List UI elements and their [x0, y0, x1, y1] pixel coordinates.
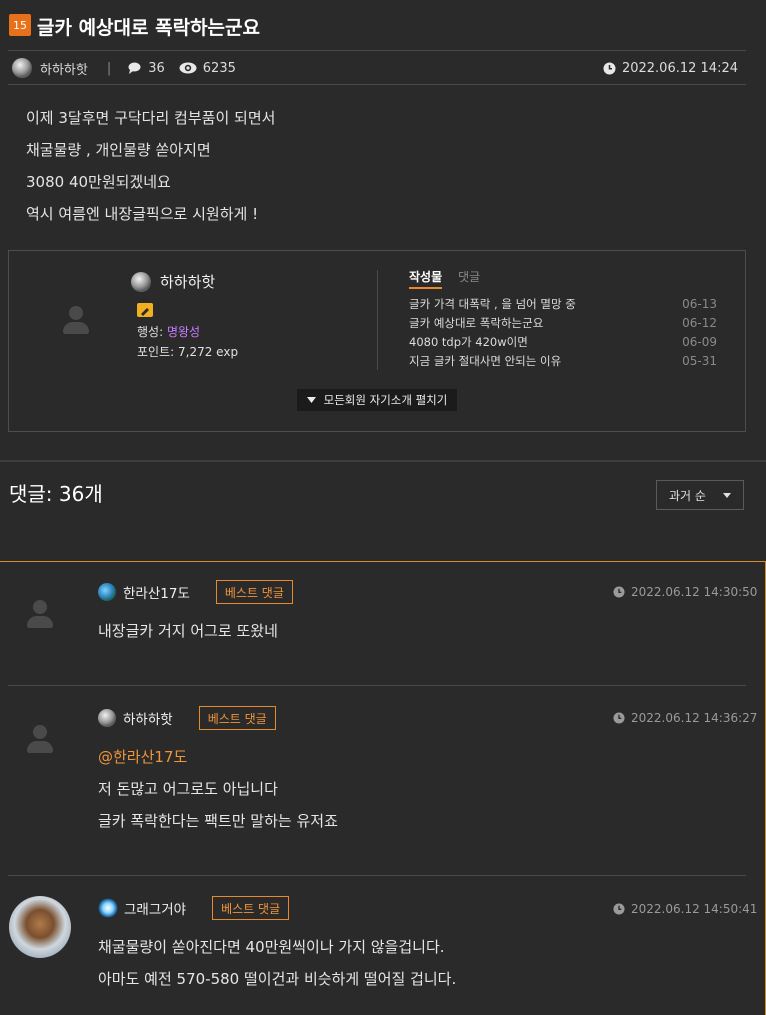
commenter-avatar[interactable]: [98, 898, 118, 918]
list-item[interactable]: 글카 예상대로 폭락하는군요 06-12: [409, 314, 717, 333]
comment-text: 내장글카 거지 어그로 또왔네: [98, 615, 278, 647]
post-body-line: 3080 40만원되겠네요: [26, 173, 171, 191]
chevron-down-icon: [723, 492, 731, 498]
clock-icon: [613, 712, 625, 724]
list-item[interactable]: 4080 tdp가 420w이면 06-09: [409, 333, 717, 352]
clock-icon: [603, 62, 616, 74]
comment-time: 2022.06.12 14:50:41: [613, 902, 757, 916]
comment-line: 아마도 예전 570-580 떨이건과 비슷하게 떨어질 겁니다.: [98, 970, 457, 988]
commenter-placeholder-icon: [27, 725, 53, 755]
comment-header: 하하하핫 베스트 댓글: [98, 706, 276, 730]
profile-points: 포인트: 7,272 exp: [137, 343, 238, 360]
expand-intro-label: 모든회원 자기소개 펼치기: [323, 393, 448, 407]
comment-mention[interactable]: @한라산17도: [98, 741, 338, 773]
divider: [8, 50, 746, 51]
level-badge-icon: [137, 303, 153, 317]
post-number-badge: 15: [9, 14, 31, 36]
recent-posts-list: 글카 가격 대폭락 , 을 넘어 멸망 중 06-13 글카 예상대로 폭락하는군…: [409, 295, 717, 371]
post-body-line: 이제 3달후면 구닥다리 컴부품이 되면서: [26, 109, 276, 127]
commenter-name[interactable]: 그래그거야: [124, 898, 186, 918]
profile-tabs: 작성물 댓글: [409, 268, 480, 289]
comment-text: @한라산17도 저 돈많고 어그로도 아닙니다 글카 폭락한다는 팩트만 말하는…: [98, 741, 338, 837]
post-title: 글카 예상대로 폭락하는군요: [37, 17, 260, 39]
planet-value: 명왕성: [166, 325, 201, 339]
comment-time: 2022.06.12 14:36:27: [613, 711, 757, 725]
comment-line: 글카 폭락한다는 팩트만 말하는 유저죠: [98, 812, 338, 830]
expand-intro-button[interactable]: 모든회원 자기소개 펼치기: [297, 389, 457, 411]
planet-label: 행성:: [137, 325, 164, 339]
post-meta: 하하하핫 | 36 6235 2022.06.12 14:24: [12, 56, 738, 80]
divider: [8, 84, 746, 85]
section-divider: [0, 460, 766, 462]
comment-line: 내장글카 거지 어그로 또왔네: [98, 622, 278, 640]
comment-text: 채굴물량이 쏟아진다면 40만원씩이나 가지 않을겁니다. 아마도 예전 570…: [98, 931, 456, 995]
meta-separator: |: [106, 60, 112, 76]
profile-header: 하하하핫: [131, 271, 215, 292]
post-body-line: 역시 여름엔 내장글픽으로 시원하게 !: [26, 205, 259, 223]
comments-title: 댓글: 36개: [9, 482, 103, 506]
list-item[interactable]: 지금 글카 절대사면 안되는 이유 05-31: [409, 352, 717, 371]
comment-icon: [128, 62, 141, 74]
profile-name[interactable]: 하하하핫: [160, 271, 215, 292]
commenter-avatar[interactable]: [98, 583, 116, 601]
points-label: 포인트:: [137, 345, 175, 359]
commenter-avatar[interactable]: [98, 709, 116, 727]
tab-comments[interactable]: 댓글: [458, 268, 480, 289]
sort-label: 과거 순: [669, 488, 706, 503]
clock-icon: [613, 903, 625, 915]
best-comment-badge: 베스트 댓글: [215, 580, 293, 604]
comment-count: 36: [148, 60, 165, 76]
post-datetime: 2022.06.12 14:24: [621, 60, 738, 76]
comment-line: 채굴물량이 쏟아진다면 40만원씩이나 가지 않을겁니다.: [98, 938, 445, 956]
comment-sort-select[interactable]: 과거 순: [656, 480, 744, 510]
divider: [8, 685, 746, 686]
clock-icon: [613, 586, 625, 598]
profile-placeholder-icon: [63, 306, 89, 336]
best-comment-badge: 베스트 댓글: [198, 706, 276, 730]
comment-line: 저 돈많고 어그로도 아닙니다: [98, 780, 278, 798]
post-body: 이제 3달후면 구닥다리 컴부품이 되면서 채굴물량 , 개인물량 쏟아지면 3…: [26, 102, 275, 230]
eye-icon: [179, 62, 197, 74]
view-count: 6235: [202, 60, 236, 76]
profile-divider: [377, 270, 378, 370]
comment-header: 한라산17도 베스트 댓글: [98, 580, 293, 604]
profile-avatar[interactable]: [131, 271, 151, 292]
comment-header: 그래그거야 베스트 댓글: [98, 896, 290, 920]
divider: [8, 875, 746, 876]
commenter-placeholder-icon: [27, 600, 53, 630]
tab-posts[interactable]: 작성물: [409, 268, 443, 289]
list-item[interactable]: 글카 가격 대폭락 , 을 넘어 멸망 중 06-13: [409, 295, 717, 314]
author-avatar[interactable]: [12, 58, 32, 78]
commenter-name[interactable]: 하하하핫: [123, 708, 173, 728]
best-comment-badge: 베스트 댓글: [212, 896, 290, 920]
commenter-name[interactable]: 한라산17도: [123, 582, 190, 602]
post-body-line: 채굴물량 , 개인물량 쏟아지면: [26, 141, 211, 159]
comment-time: 2022.06.12 14:30:50: [613, 585, 757, 599]
commenter-photo-avatar[interactable]: [9, 896, 71, 958]
profile-planet: 행성: 명왕성: [137, 323, 200, 340]
points-value: 7,272 exp: [178, 345, 239, 359]
caret-down-icon: [306, 397, 316, 403]
author-name[interactable]: 하하하핫: [40, 59, 88, 78]
